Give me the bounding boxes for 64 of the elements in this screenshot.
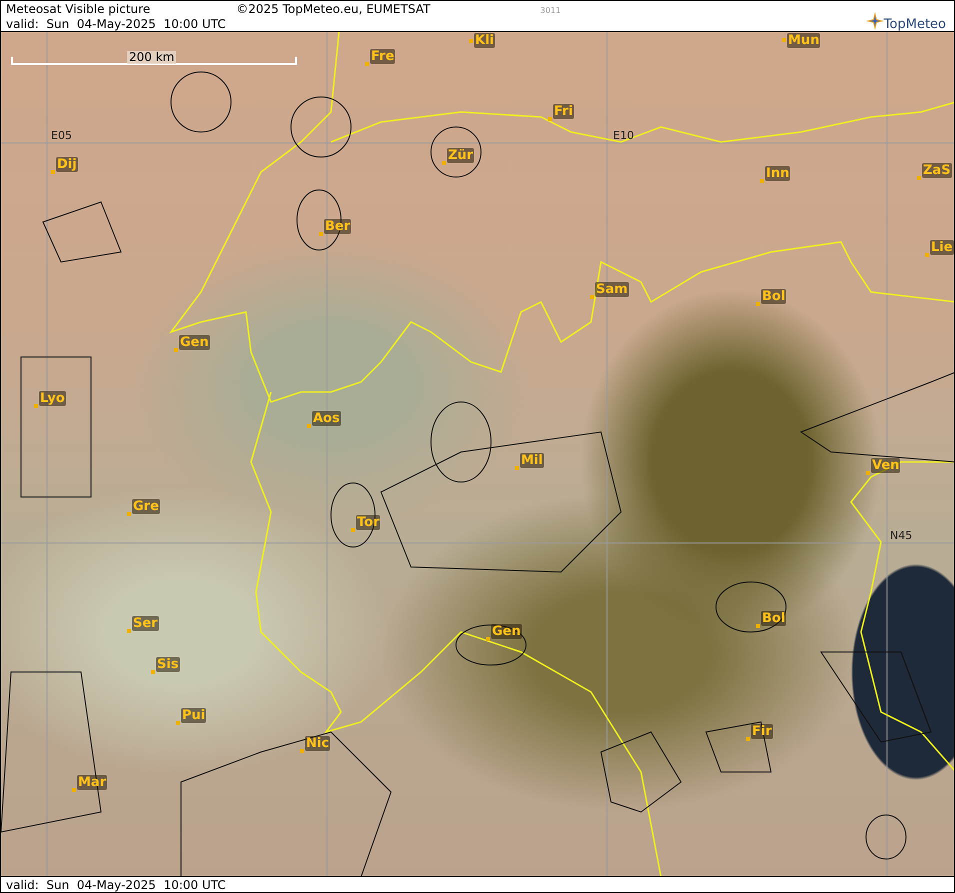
city-label: Gen <box>179 335 210 350</box>
city-label: Dij <box>56 157 78 172</box>
grid-label: E05 <box>51 130 72 142</box>
city-label: Inn <box>765 166 790 181</box>
map-title: Meteosat Visible picture <box>6 2 150 16</box>
grid-label: N45 <box>890 530 912 542</box>
city-marker-icon <box>127 512 131 516</box>
city-marker-icon <box>351 528 355 532</box>
city-label: Zür <box>447 148 474 163</box>
city-label: Tor <box>356 515 380 530</box>
city-marker-icon <box>866 471 870 475</box>
city-marker-icon <box>469 39 473 43</box>
city-label: Mar <box>77 775 108 790</box>
city-marker-icon <box>176 721 180 725</box>
copyright-text: ©2025 TopMeteo.eu, EUMETSAT <box>236 2 430 16</box>
city-label: Mil <box>520 453 544 468</box>
city-marker-icon <box>756 302 760 306</box>
city-marker-icon <box>34 404 38 408</box>
city-marker-icon <box>917 176 921 180</box>
valid-time: valid: Sun 04-May-2025 10:00 UTC <box>6 17 226 31</box>
city-marker-icon <box>760 179 764 183</box>
city-label: Ser <box>132 616 159 631</box>
scale-label: 200 km <box>127 51 176 64</box>
city-marker-icon <box>746 737 750 741</box>
city-label: Gen <box>491 624 522 639</box>
city-label: Lie <box>930 240 954 255</box>
image-code: 3011 <box>540 6 561 15</box>
city-label: Pui <box>181 708 206 723</box>
city-marker-icon <box>925 253 929 257</box>
city-label: Sis <box>156 657 180 672</box>
city-label: Aos <box>312 411 341 426</box>
compass-star-icon <box>866 10 884 32</box>
city-marker-icon <box>300 749 304 753</box>
city-marker-icon <box>590 295 594 299</box>
city-label: Bol <box>761 611 786 626</box>
city-marker-icon <box>127 629 131 633</box>
city-marker-icon <box>319 232 323 236</box>
city-label: Fre <box>370 49 396 64</box>
city-marker-icon <box>174 348 178 352</box>
city-label: Lyo <box>39 391 66 406</box>
city-marker-icon <box>782 38 786 42</box>
city-label: Mun <box>787 33 820 48</box>
city-marker-icon <box>151 670 155 674</box>
city-marker-icon <box>756 624 760 628</box>
city-label: Ven <box>871 458 900 473</box>
city-marker-icon <box>51 170 55 174</box>
valid-time: valid: Sun 04-May-2025 10:00 UTC <box>6 878 226 892</box>
city-marker-icon <box>442 161 446 165</box>
city-marker-icon <box>515 466 519 470</box>
grid-label: E10 <box>613 130 634 142</box>
city-marker-icon <box>307 424 311 428</box>
city-marker-icon <box>365 62 369 66</box>
city-label: ZaS <box>922 163 952 178</box>
city-label: Bol <box>761 289 786 304</box>
city-marker-icon <box>72 788 76 792</box>
city-label: Fri <box>553 104 574 119</box>
city-label: Gre <box>132 499 160 514</box>
city-label: Nic <box>305 736 330 751</box>
city-marker-icon <box>486 637 490 641</box>
city-label: Sam <box>595 282 629 297</box>
city-label: Fir <box>751 724 773 739</box>
city-label: Kli <box>474 33 495 48</box>
logo-text: TopMeteo <box>884 17 946 32</box>
city-marker-icon <box>548 117 552 121</box>
